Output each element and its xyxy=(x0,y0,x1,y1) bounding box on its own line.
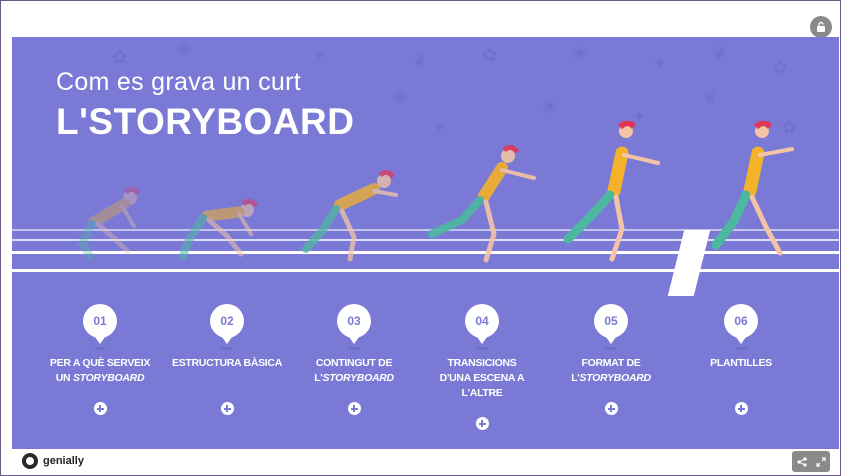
section-04[interactable]: 04 TRANSICIONS D'UNA ESCENA A L'ALTRE xyxy=(422,304,542,430)
section-number-pin[interactable]: 05 xyxy=(594,304,628,344)
slide-title: L'STORYBOARD xyxy=(56,101,355,142)
slide-canvas: ✿ ❀ ✦ ❦ ✿ ❀ ✦ ❦ ✿ ❀ ✦ ❦ ✿ ✦ ❀ Com es gra… xyxy=(12,37,839,449)
section-label[interactable]: PER A QUÈ SERVEIX UN STORYBOARD xyxy=(40,356,160,386)
section-label-line1: PER A QUÈ SERVEIX xyxy=(49,357,151,369)
section-label-line1: ESTRUCTURA BÀSICA xyxy=(171,357,282,369)
plus-icon[interactable] xyxy=(93,402,107,415)
section-label-line2: L'STORYBOARD xyxy=(571,372,651,384)
track-line xyxy=(12,269,839,272)
section-05[interactable]: 05 FORMAT DE L'STORYBOARD xyxy=(551,304,671,415)
brand-name: genially xyxy=(43,455,84,467)
plus-icon[interactable] xyxy=(347,402,361,415)
pin-shadow xyxy=(94,347,106,350)
section-02[interactable]: 02 ESTRUCTURA BÀSICA xyxy=(167,304,287,415)
section-label[interactable]: PLANTILLES xyxy=(681,356,801,386)
genially-logo[interactable]: genially xyxy=(22,453,84,469)
plus-icon[interactable] xyxy=(220,402,234,415)
section-number-pin[interactable]: 06 xyxy=(724,304,758,344)
section-label[interactable]: FORMAT DE L'STORYBOARD xyxy=(551,356,671,386)
plus-icon[interactable] xyxy=(734,402,748,415)
runner-illustration xyxy=(77,186,141,260)
lock-icon[interactable] xyxy=(810,16,832,38)
slide-subtitle: Com es grava un curt xyxy=(56,68,301,96)
section-03[interactable]: 03 CONTINGUT DE L'STORYBOARD xyxy=(294,304,414,415)
section-number-pin[interactable]: 04 xyxy=(465,304,499,344)
section-label-line2 xyxy=(681,371,801,386)
share-fullscreen-controls[interactable] xyxy=(792,451,830,472)
runner-illustration xyxy=(302,169,398,262)
pin-shadow xyxy=(221,347,233,350)
runner-illustration xyxy=(711,121,794,256)
section-label-line1: PLANTILLES xyxy=(710,357,772,369)
section-number-pin[interactable]: 02 xyxy=(210,304,244,344)
section-label[interactable]: CONTINGUT DE L'STORYBOARD xyxy=(294,356,414,386)
fullscreen-icon[interactable] xyxy=(815,456,826,467)
pin-shadow xyxy=(735,347,747,350)
section-06[interactable]: 06 PLANTILLES xyxy=(681,304,801,415)
top-bar xyxy=(12,10,840,38)
footer-bar: genially xyxy=(12,449,840,475)
runner-illustration xyxy=(428,144,536,263)
pin-shadow xyxy=(348,347,360,350)
runner-illustration xyxy=(179,198,259,260)
section-01[interactable]: 01 PER A QUÈ SERVEIX UN STORYBOARD xyxy=(40,304,160,415)
section-label-line2: D'UNA ESCENA A L'ALTRE xyxy=(439,372,525,399)
section-label-line2 xyxy=(167,371,287,386)
section-label[interactable]: TRANSICIONS D'UNA ESCENA A L'ALTRE xyxy=(422,356,542,401)
share-icon[interactable] xyxy=(796,456,807,467)
section-label-line1: FORMAT DE xyxy=(581,357,641,369)
pin-shadow xyxy=(476,347,488,350)
section-label-line2: UN STORYBOARD xyxy=(55,372,145,384)
pin-shadow xyxy=(605,347,617,350)
section-number-pin[interactable]: 03 xyxy=(337,304,371,344)
plus-icon[interactable] xyxy=(475,417,489,430)
runner-illustration xyxy=(563,121,660,262)
genially-logo-icon xyxy=(22,453,38,469)
section-label[interactable]: ESTRUCTURA BÀSICA xyxy=(167,356,287,386)
section-number-pin[interactable]: 01 xyxy=(83,304,117,344)
section-label-line2: L'STORYBOARD xyxy=(314,372,394,384)
section-label-line1: CONTINGUT DE xyxy=(315,357,393,369)
section-label-line1: TRANSICIONS xyxy=(447,357,517,369)
plus-icon[interactable] xyxy=(604,402,618,415)
